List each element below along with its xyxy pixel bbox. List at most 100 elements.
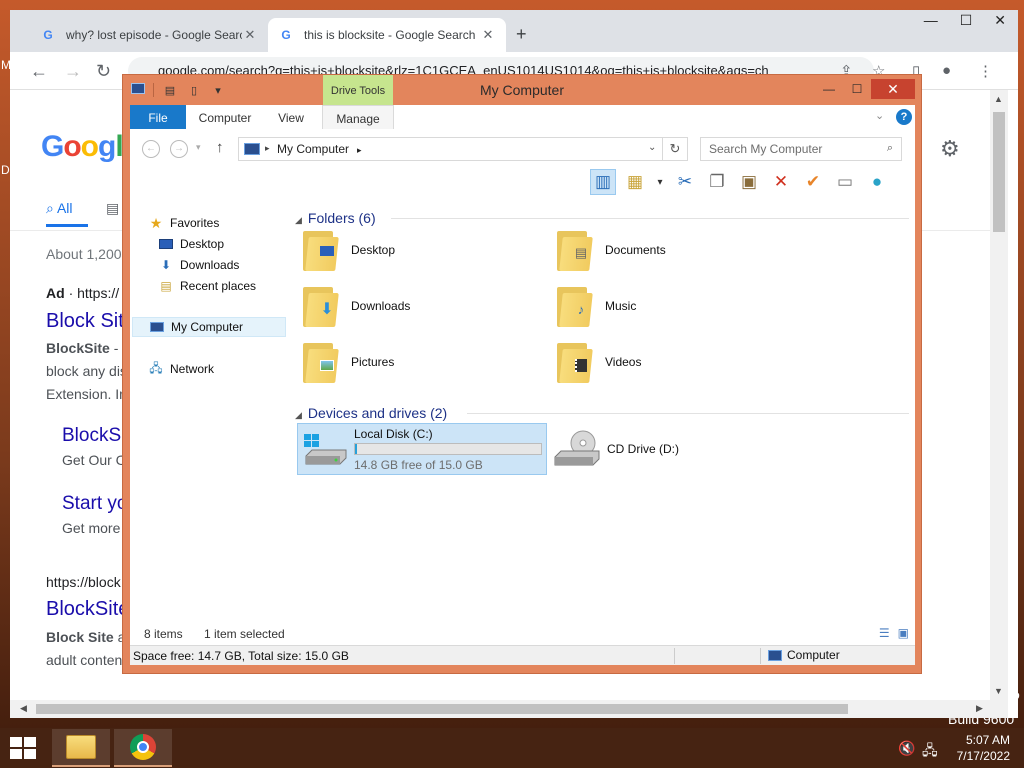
close-icon[interactable]: ✕ bbox=[871, 79, 915, 99]
sitelink-title[interactable]: BlockS bbox=[62, 425, 121, 447]
downloads-folder-icon: ⬇ bbox=[301, 283, 341, 329]
new-tab-icon[interactable]: + bbox=[516, 24, 527, 45]
google-g-icon: G bbox=[281, 28, 291, 42]
scrollbar-thumb[interactable] bbox=[993, 112, 1005, 232]
properties-icon[interactable]: ▦ bbox=[622, 169, 648, 195]
search-icon: ⌕ bbox=[46, 200, 54, 216]
details-view-icon[interactable]: ☰ bbox=[879, 626, 890, 640]
vertical-scrollbar[interactable]: ▲ ▼ bbox=[990, 90, 1008, 700]
address-field[interactable]: My Computer ▸ bbox=[238, 137, 688, 161]
disk-usage-bar bbox=[354, 443, 542, 455]
tab-close-icon[interactable]: ✕ bbox=[242, 27, 258, 43]
tab-view[interactable]: View bbox=[268, 105, 314, 129]
chrome-tab[interactable]: G why? lost episode - Google Searc ✕ bbox=[30, 18, 268, 52]
paste-icon[interactable]: ▣ bbox=[736, 169, 762, 195]
search-icon: ⌕ bbox=[886, 142, 893, 154]
selection-count: 1 item selected bbox=[204, 627, 285, 641]
delete-icon[interactable]: ✕ bbox=[768, 169, 794, 195]
sitelink-title[interactable]: Start yo bbox=[62, 493, 127, 515]
close-icon[interactable]: ✕ bbox=[994, 12, 1006, 29]
address-dropdown-icon[interactable]: ⌄ bbox=[648, 142, 656, 153]
scrollbar-thumb[interactable] bbox=[36, 704, 848, 714]
windows-start-icon[interactable] bbox=[10, 737, 38, 761]
ad-line: Ad · https:// bbox=[46, 285, 120, 301]
taskbar-file-explorer[interactable] bbox=[52, 729, 110, 767]
folder-item[interactable]: ⬇ Downloads bbox=[301, 281, 501, 331]
explorer-titlebar[interactable]: ▤ ▯ ▾ Drive Tools My Computer — ☐ ✕ bbox=[123, 75, 921, 105]
file-explorer-icon bbox=[66, 735, 96, 759]
folders-group-header[interactable]: ◢ Folders (6) bbox=[295, 210, 376, 226]
folder-item[interactable]: ♪ Music bbox=[555, 281, 755, 331]
folder-item[interactable]: Pictures bbox=[301, 337, 501, 387]
network-status-icon[interactable]: 🖧 bbox=[922, 740, 938, 764]
scroll-up-icon[interactable]: ▲ bbox=[994, 94, 1003, 104]
nav-favorites[interactable]: ★ Favorites bbox=[148, 213, 220, 233]
content-pane: ◢ Folders (6) Desktop ▤ Documents ⬇ Downl… bbox=[295, 207, 910, 607]
internet-globe-icon[interactable]: ● bbox=[864, 169, 890, 195]
result-url[interactable]: https://block bbox=[46, 574, 121, 590]
nav-desktop[interactable]: Desktop bbox=[158, 234, 224, 254]
taskbar-chrome[interactable] bbox=[114, 729, 172, 767]
nav-my-computer[interactable]: My Computer bbox=[132, 317, 286, 337]
clock[interactable]: 5:07 AM 7/17/2022 bbox=[957, 732, 1010, 764]
refresh-icon[interactable]: ↻ bbox=[662, 137, 688, 161]
tab-title: this is blocksite - Google Search bbox=[304, 28, 476, 42]
result-title[interactable]: Block Sit bbox=[46, 310, 124, 333]
tab-close-icon[interactable]: ✕ bbox=[480, 27, 496, 43]
scroll-left-icon[interactable]: ◀ bbox=[20, 703, 27, 714]
forward-arrow-icon[interactable]: → bbox=[170, 140, 188, 158]
help-icon[interactable]: ? bbox=[896, 109, 912, 125]
settings-gear-icon[interactable]: ⚙ bbox=[940, 136, 960, 162]
cd-drive-icon bbox=[554, 430, 600, 466]
nav-network[interactable]: 🖧 Network bbox=[148, 359, 214, 379]
recent-places-icon: ▤ bbox=[160, 279, 172, 293]
profile-avatar-icon[interactable]: ● bbox=[942, 62, 951, 79]
scroll-down-icon[interactable]: ▼ bbox=[994, 686, 1003, 696]
search-input[interactable]: Search My Computer ⌕ bbox=[700, 137, 902, 161]
expand-ribbon-icon[interactable]: ⌄ bbox=[875, 109, 884, 122]
large-icons-view-icon[interactable]: ▣ bbox=[898, 626, 909, 640]
scroll-right-icon[interactable]: ▶ bbox=[976, 703, 983, 714]
up-arrow-icon[interactable]: ↑ bbox=[216, 139, 224, 156]
folder-item[interactable]: Videos bbox=[555, 337, 755, 387]
nav-downloads[interactable]: ⬇ Downloads bbox=[158, 255, 239, 275]
item-count: 8 items bbox=[144, 627, 183, 641]
result-title[interactable]: BlockSite bbox=[46, 598, 129, 621]
nav-recent-places[interactable]: ▤ Recent places bbox=[158, 276, 256, 296]
minimize-icon[interactable]: — bbox=[924, 12, 938, 29]
taskbar: 🔇 🖧 5:07 AM 7/17/2022 bbox=[0, 728, 1024, 768]
navigation-pane: ★ Favorites Desktop ⬇ Downloads ▤ Recent pl… bbox=[130, 207, 290, 627]
chrome-window-controls: — ☐ ✕ bbox=[924, 12, 1006, 29]
horizontal-scrollbar[interactable]: ◀ ▶ bbox=[10, 700, 1008, 718]
cd-drive-item[interactable]: CD Drive (D:) bbox=[553, 429, 679, 469]
minimize-icon[interactable]: — bbox=[815, 79, 843, 99]
chrome-tab-active[interactable]: G this is blocksite - Google Search ✕ bbox=[268, 18, 506, 52]
back-arrow-icon[interactable]: ← bbox=[142, 140, 160, 158]
forward-arrow-icon[interactable]: → bbox=[64, 61, 82, 82]
folder-item[interactable]: ▤ Documents bbox=[555, 225, 755, 275]
devices-group-header[interactable]: ◢ Devices and drives (2) bbox=[295, 405, 447, 421]
folder-item[interactable]: Desktop bbox=[301, 225, 501, 275]
recent-locations-icon[interactable]: ▾ bbox=[196, 142, 201, 153]
reload-icon[interactable]: ↻ bbox=[96, 61, 111, 82]
map-drive-icon[interactable]: ▭ bbox=[832, 169, 858, 195]
preview-pane-icon[interactable]: ▥ bbox=[590, 169, 616, 195]
maximize-icon[interactable]: ☐ bbox=[843, 79, 871, 99]
status-bar: 8 items 1 item selected ☰ ▣ bbox=[130, 623, 915, 645]
breadcrumb-chevron-icon[interactable]: ▸ bbox=[265, 143, 270, 154]
tab-manage[interactable]: Manage bbox=[322, 105, 394, 129]
rename-check-icon[interactable]: ✔ bbox=[800, 169, 826, 195]
tab-file[interactable]: File bbox=[130, 105, 186, 129]
tab-computer[interactable]: Computer bbox=[192, 105, 258, 129]
local-disk-item[interactable]: Local Disk (C:) 14.8 GB free of 15.0 GB bbox=[297, 423, 547, 475]
cut-icon[interactable]: ✂ bbox=[672, 169, 698, 195]
google-logo[interactable]: Googl bbox=[41, 130, 124, 164]
copy-icon[interactable]: ❐ bbox=[704, 169, 730, 195]
dropdown-icon[interactable]: ▾ bbox=[654, 169, 666, 195]
tab-images-icon[interactable]: ▤ bbox=[106, 200, 119, 217]
volume-muted-icon[interactable]: 🔇 bbox=[898, 740, 915, 757]
maximize-icon[interactable]: ☐ bbox=[960, 12, 973, 29]
chrome-menu-icon[interactable]: ⋮ bbox=[978, 62, 993, 80]
back-arrow-icon[interactable]: ← bbox=[30, 61, 48, 82]
tab-all[interactable]: ⌕ All bbox=[46, 200, 88, 227]
